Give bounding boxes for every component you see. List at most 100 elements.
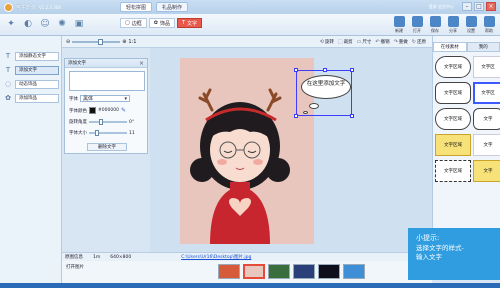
- bubble-style-thumb[interactable]: 文字: [473, 108, 500, 130]
- zoom-in-icon[interactable]: ⊕: [122, 39, 126, 45]
- filmstrip-thumb[interactable]: [318, 264, 340, 279]
- new-label: 新建: [395, 28, 403, 33]
- magic-wand-icon[interactable]: ✦: [4, 17, 18, 31]
- open-button[interactable]: 打开: [410, 16, 424, 34]
- bubble-style-thumb[interactable]: 文字区域: [435, 134, 471, 156]
- bubble-style-thumb[interactable]: 文字区域: [435, 56, 471, 78]
- new-button[interactable]: 新建: [392, 16, 406, 34]
- tip-title: 小提示:: [416, 234, 440, 242]
- bubble-style-thumb[interactable]: 文字区域: [435, 82, 471, 104]
- text-selection-box[interactable]: 在这里添加文字: [294, 68, 354, 118]
- eyedropper-icon[interactable]: ✎: [121, 107, 126, 114]
- beauty-icon[interactable]: ☺: [38, 17, 52, 31]
- zoom-out-icon[interactable]: ⊖: [66, 39, 70, 45]
- save-icon: [429, 16, 441, 27]
- panel-header: 添加文字 ×: [65, 59, 147, 68]
- speech-bubble-text[interactable]: 在这里添加文字: [301, 75, 351, 99]
- photo-canvas[interactable]: 在这里添加文字: [180, 58, 354, 244]
- filmstrip-thumb[interactable]: [218, 264, 240, 279]
- tab-gift-make[interactable]: 礼品制作: [156, 2, 189, 12]
- crop-icon: ⬚: [337, 38, 343, 45]
- title-bar: 可牛影像 V1.2.3.308 轻松拼图 礼品制作 登录 会员中心 – □ ×: [0, 0, 500, 14]
- help-button[interactable]: 帮助: [482, 16, 496, 34]
- tip-overlay: 小提示: 选择文字的样式- 输入文字: [408, 228, 500, 280]
- filmstrip-label[interactable]: 打开图片: [66, 264, 84, 270]
- app-logo-icon: [4, 2, 13, 12]
- status-file-path-link[interactable]: C:\Users\Ur16\Desktop\图片.jpg: [181, 254, 251, 260]
- zoom-slider[interactable]: [72, 38, 121, 45]
- color-swatch[interactable]: [89, 107, 96, 114]
- bubble-tail-dot: [309, 103, 319, 109]
- maximize-button[interactable]: □: [474, 2, 484, 11]
- restore-button[interactable]: ↻ 还原: [412, 39, 426, 45]
- filmstrip-thumb[interactable]: [293, 264, 315, 279]
- sidebar-item-dynamic-ornament[interactable]: ◌ 动态饰品: [2, 78, 59, 90]
- filmstrip-thumb[interactable]: [343, 264, 365, 279]
- ornament-icon: ◌: [4, 80, 12, 88]
- crop-button[interactable]: ⬚ 裁剪: [338, 39, 353, 45]
- text-tool-icon: T: [5, 52, 11, 60]
- minimize-button[interactable]: –: [462, 2, 472, 11]
- zoom-control: ⊖ ⊕ 1:1: [66, 38, 136, 45]
- bubble-style-thumb[interactable]: 文字: [473, 160, 500, 182]
- resize-handle[interactable]: [350, 114, 354, 118]
- size-slider[interactable]: [89, 130, 127, 136]
- text-content-input[interactable]: [69, 71, 145, 91]
- angle-slider[interactable]: [89, 119, 127, 125]
- ornament-icon: ✿: [153, 20, 158, 26]
- material-panel: 在线素材 我的 文字区域 文字区 文字区域 文字区 文字区域 文字 文字区域 文…: [432, 36, 500, 252]
- zoom-slider-knob[interactable]: [98, 38, 104, 45]
- user-login-link[interactable]: 登录 会员中心: [429, 4, 454, 10]
- toolbar-right: 新建 打开 保存 分享 设置 帮助: [392, 16, 496, 34]
- bubble-tail-dot: [303, 111, 308, 114]
- size-value: 11: [129, 130, 135, 136]
- close-window-button[interactable]: ×: [486, 2, 496, 11]
- mode-frame-label: 边框: [131, 20, 142, 27]
- size-slider-knob[interactable]: [95, 130, 99, 136]
- delete-text-button[interactable]: 删除文字: [87, 143, 127, 151]
- zoom-ratio-label[interactable]: 1:1: [128, 39, 136, 45]
- mode-ornament-button[interactable]: ✿ 饰品: [148, 18, 175, 28]
- effects-icon[interactable]: ✺: [55, 17, 69, 31]
- resize-button[interactable]: ▭ 尺寸: [357, 39, 372, 45]
- crop-label: 裁剪: [343, 39, 353, 45]
- resize-handle[interactable]: [294, 68, 298, 72]
- resize-icon: ▭: [356, 38, 362, 45]
- resize-label: 尺寸: [362, 39, 372, 45]
- save-label: 保存: [431, 28, 439, 33]
- window-controls: 登录 会员中心 – □ ×: [429, 2, 496, 11]
- font-select[interactable]: 黑体 ▾: [80, 95, 130, 102]
- panel-close-icon[interactable]: ×: [139, 60, 144, 67]
- resize-handle[interactable]: [350, 68, 354, 72]
- resize-handle[interactable]: [323, 68, 327, 72]
- save-button[interactable]: 保存: [428, 16, 442, 34]
- scene-icon[interactable]: ▣: [72, 17, 86, 31]
- bubble-style-thumb-selected[interactable]: 文字区: [473, 82, 500, 104]
- filmstrip-thumb-active[interactable]: [243, 264, 265, 279]
- bubble-style-thumb[interactable]: 文字: [473, 134, 500, 156]
- mode-frame-button[interactable]: ▢ 边框: [120, 18, 147, 28]
- rotate-button[interactable]: ⟲ 旋转: [320, 39, 334, 45]
- sidebar-item-add-ornament[interactable]: ✿ 添加饰品: [2, 92, 59, 104]
- share-button[interactable]: 分享: [446, 16, 460, 34]
- adjust-icon[interactable]: ◐: [21, 17, 35, 31]
- bubble-style-thumb[interactable]: 文字区域: [435, 160, 471, 182]
- mode-text-button[interactable]: T 文字: [176, 18, 203, 28]
- undo-button[interactable]: ↶ 撤销: [375, 39, 389, 45]
- settings-button[interactable]: 设置: [464, 16, 478, 34]
- panel-title: 添加文字: [68, 61, 86, 66]
- status-original-info: 原图信息: [65, 255, 83, 260]
- tab-my-material[interactable]: 我的: [466, 42, 500, 52]
- tab-online-material[interactable]: 在线素材: [433, 42, 467, 52]
- bubble-style-thumb[interactable]: 文字区: [473, 56, 500, 78]
- status-file-size: 1m: [93, 254, 101, 260]
- filmstrip-thumb[interactable]: [268, 264, 290, 279]
- redo-button[interactable]: ↷ 重做: [394, 39, 408, 45]
- bubble-style-thumb[interactable]: 文字区域: [435, 108, 471, 130]
- resize-handle[interactable]: [294, 114, 298, 118]
- sidebar-item-static-text[interactable]: T 添加静态文字: [2, 50, 59, 62]
- sidebar-item-add-text[interactable]: T 添加文字: [2, 64, 59, 76]
- angle-slider-knob[interactable]: [99, 119, 103, 125]
- share-icon: [447, 16, 459, 27]
- tab-easy-collage[interactable]: 轻松拼图: [120, 2, 153, 12]
